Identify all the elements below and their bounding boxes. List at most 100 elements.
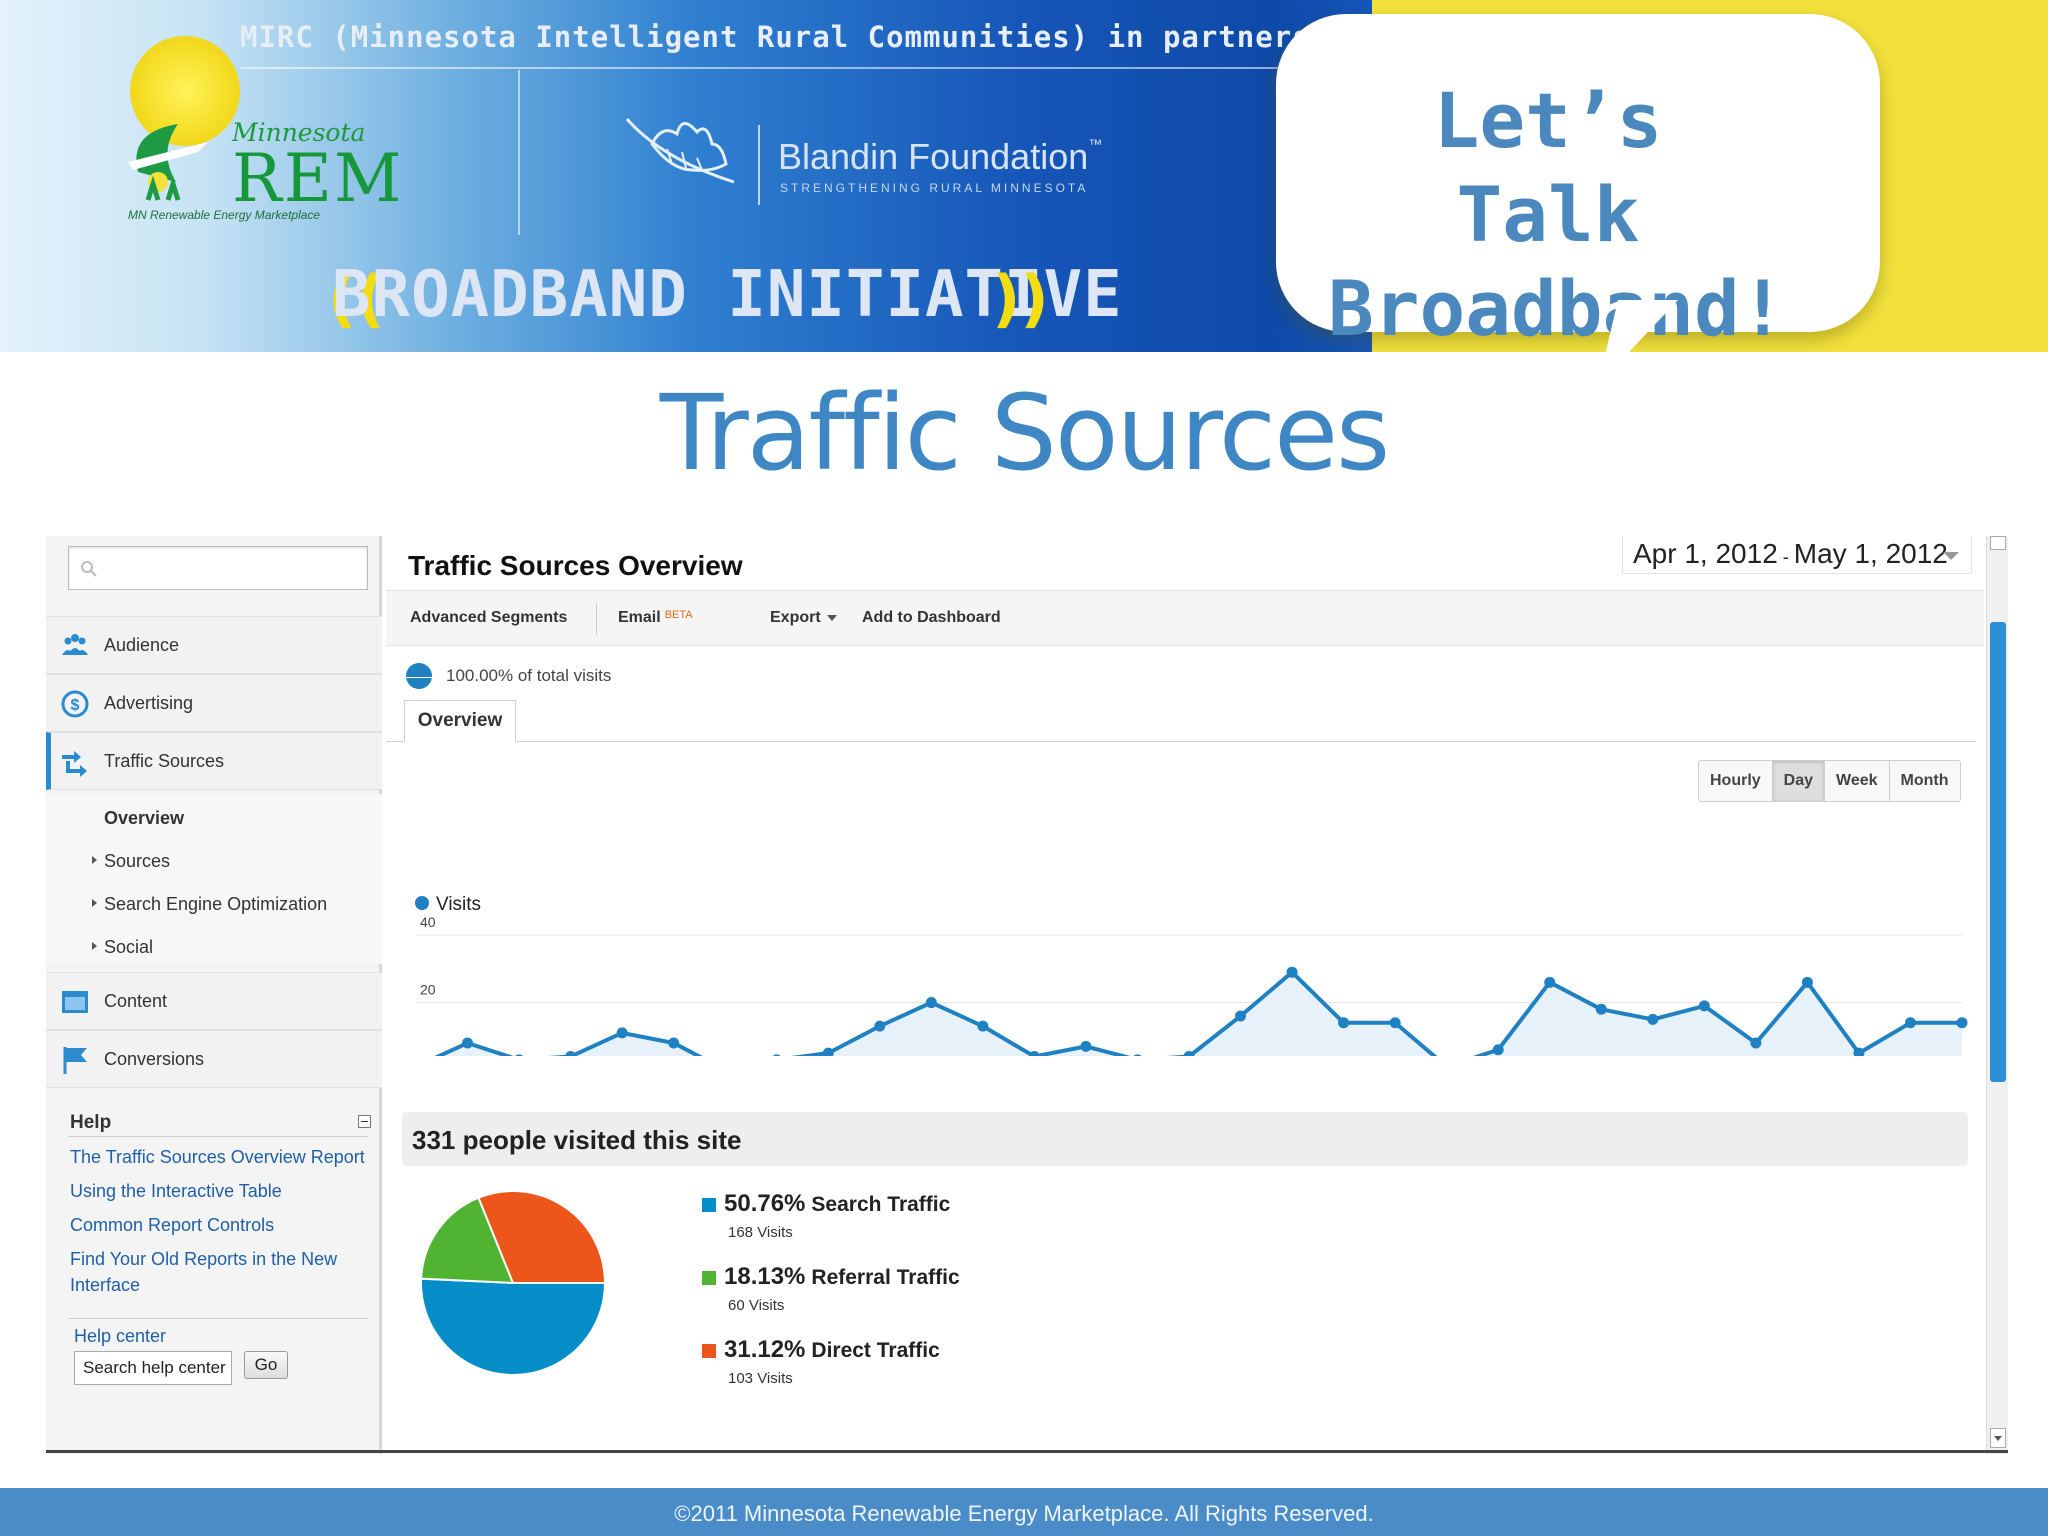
- visits-point: [1286, 966, 1298, 978]
- flag-icon: [63, 1047, 87, 1074]
- email-button[interactable]: Email BETA: [618, 609, 693, 627]
- sidebar-item-advertising[interactable]: $ Advertising: [46, 674, 382, 732]
- granularity-day-button[interactable]: Day: [1772, 761, 1826, 801]
- sidebar-subitem-overview[interactable]: Overview: [104, 808, 184, 829]
- help-link[interactable]: Find Your Old Reports in the New Interfa…: [70, 1246, 360, 1298]
- help-search-input[interactable]: Search help center: [74, 1351, 232, 1385]
- scroll-up-button[interactable]: [1990, 536, 2006, 550]
- visits-point: [1028, 1051, 1040, 1056]
- granularity-week-button[interactable]: Week: [1825, 761, 1890, 801]
- segment-pie-icon: [406, 663, 432, 689]
- sidebar-item-label: Advertising: [104, 693, 194, 713]
- granularity-toggle: Hourly Day Week Month: [1698, 760, 1961, 802]
- legend-name: Direct Traffic: [811, 1339, 940, 1362]
- sidebar-search-input[interactable]: [68, 546, 368, 590]
- legend-pct: 31.12%: [724, 1336, 806, 1363]
- scrollbar[interactable]: [1986, 536, 2008, 1454]
- sidebar-item-traffic-sources[interactable]: Traffic Sources: [46, 732, 382, 790]
- visits-point: [1080, 1040, 1092, 1052]
- chevron-down-icon: [826, 614, 837, 621]
- legend-swatch-direct: [702, 1344, 716, 1358]
- visits-point: [1492, 1044, 1504, 1056]
- visits-point: [1801, 976, 1813, 988]
- add-to-dashboard-button[interactable]: Add to Dashboard: [862, 609, 1001, 627]
- summary-text: 331 people visited this site: [412, 1125, 742, 1155]
- scroll-down-button[interactable]: [1990, 1428, 2006, 1448]
- scroll-thumb[interactable]: [1990, 622, 2006, 1082]
- advanced-segments-button[interactable]: Advanced Segments: [410, 609, 567, 627]
- legend-visits-label: Visits: [436, 894, 481, 915]
- page-title: Traffic Sources Overview: [408, 550, 743, 581]
- screenshot-bottom-border: [46, 1450, 2008, 1453]
- beta-badge: BETA: [664, 609, 693, 621]
- sidebar-item-label: Traffic Sources: [104, 751, 225, 771]
- legend-name: Referral Traffic: [811, 1266, 960, 1289]
- help-center-link[interactable]: Help center: [74, 1326, 166, 1347]
- help-go-button[interactable]: Go: [244, 1351, 288, 1379]
- sidebar-subitem-social[interactable]: Social: [91, 937, 153, 958]
- content-icon: [62, 991, 88, 1013]
- visits-point: [977, 1020, 989, 1032]
- segment-text: 100.00% of total visits: [446, 666, 612, 685]
- visits-point: [874, 1020, 886, 1032]
- tab-overview[interactable]: Overview: [404, 700, 516, 742]
- legend-name: Search Traffic: [811, 1193, 951, 1216]
- legend-visits: 60 Visits: [728, 1297, 785, 1314]
- traffic-arrows-icon: [62, 751, 87, 777]
- help-divider: [68, 1318, 368, 1319]
- help-title: Help: [70, 1112, 112, 1133]
- header-banner: MIRC (Minnesota Intelligent Rural Commun…: [0, 0, 2048, 352]
- export-button[interactable]: Export: [770, 609, 837, 627]
- help-link[interactable]: Common Report Controls: [70, 1212, 370, 1238]
- granularity-month-button[interactable]: Month: [1890, 761, 1960, 801]
- rem-logo-icon: [128, 124, 208, 201]
- traffic-pie-chart: [420, 1190, 606, 1376]
- visits-point: [515, 1054, 523, 1056]
- visits-point: [772, 1054, 781, 1056]
- toolbar: Advanced Segments Email BETA Export Add t…: [386, 590, 1984, 646]
- date-separator: -: [1777, 547, 1794, 567]
- date-end: May 1, 2012: [1793, 538, 1948, 569]
- date-range-picker[interactable]: Apr 1, 2012 - May 1, 2012: [1622, 536, 1972, 574]
- legend-visits-dot: [415, 896, 429, 910]
- visits-point: [1595, 1003, 1607, 1015]
- legend-visits: 103 Visits: [728, 1370, 793, 1387]
- broadband-initiative-text: BROADBAND INITIATIVE: [332, 258, 1123, 332]
- legend-direct: 31.12% Direct Traffic: [724, 1336, 940, 1364]
- visits-point: [616, 1027, 628, 1039]
- visits-point: [1698, 1000, 1710, 1012]
- visits-point: [1235, 1010, 1247, 1022]
- help-link[interactable]: The Traffic Sources Overview Report: [70, 1144, 370, 1170]
- help-divider: [68, 1136, 368, 1137]
- sidebar-subitem-seo[interactable]: Search Engine Optimization: [91, 894, 327, 915]
- granularity-hourly-button[interactable]: Hourly: [1699, 761, 1773, 801]
- sidebar-item-label: Audience: [104, 635, 180, 655]
- legend-swatch-search: [702, 1198, 716, 1212]
- sidebar-subitem-sources[interactable]: Sources: [91, 851, 170, 872]
- help-link[interactable]: Using the Interactive Table: [70, 1178, 370, 1204]
- sidebar-item-content[interactable]: Content: [46, 972, 382, 1030]
- pie-slice-search-traffic[interactable]: [420, 1277, 606, 1376]
- visits-point: [1338, 1017, 1350, 1029]
- sidebar-item-audience[interactable]: Audience: [46, 616, 382, 674]
- svg-text:$: $: [71, 697, 80, 714]
- visits-point: [1647, 1013, 1659, 1025]
- legend-pct: 18.13%: [724, 1263, 806, 1290]
- visits-point: [1904, 1017, 1916, 1029]
- legend-referral: 18.13% Referral Traffic: [724, 1263, 960, 1291]
- y-tick-label: 20: [420, 982, 436, 998]
- export-label: Export: [770, 609, 821, 626]
- sidebar: Audience $ Advertising Traffic Sources O…: [46, 536, 382, 1454]
- sidebar-item-conversions[interactable]: Conversions: [46, 1030, 382, 1088]
- visits-point: [925, 997, 937, 1009]
- rem-logo-subtitle: MN Renewable Energy Marketplace: [128, 208, 321, 222]
- audience-icon: [62, 634, 88, 655]
- visits-point: [668, 1037, 680, 1049]
- banner-divider: [240, 67, 1290, 69]
- analytics-screenshot: Audience $ Advertising Traffic Sources O…: [46, 536, 2008, 1454]
- visits-point: [565, 1051, 577, 1056]
- collapse-icon[interactable]: [358, 1115, 371, 1128]
- feather-icon: [625, 118, 735, 184]
- slide-title: Traffic Sources: [659, 372, 1390, 494]
- visits-point: [1544, 976, 1556, 988]
